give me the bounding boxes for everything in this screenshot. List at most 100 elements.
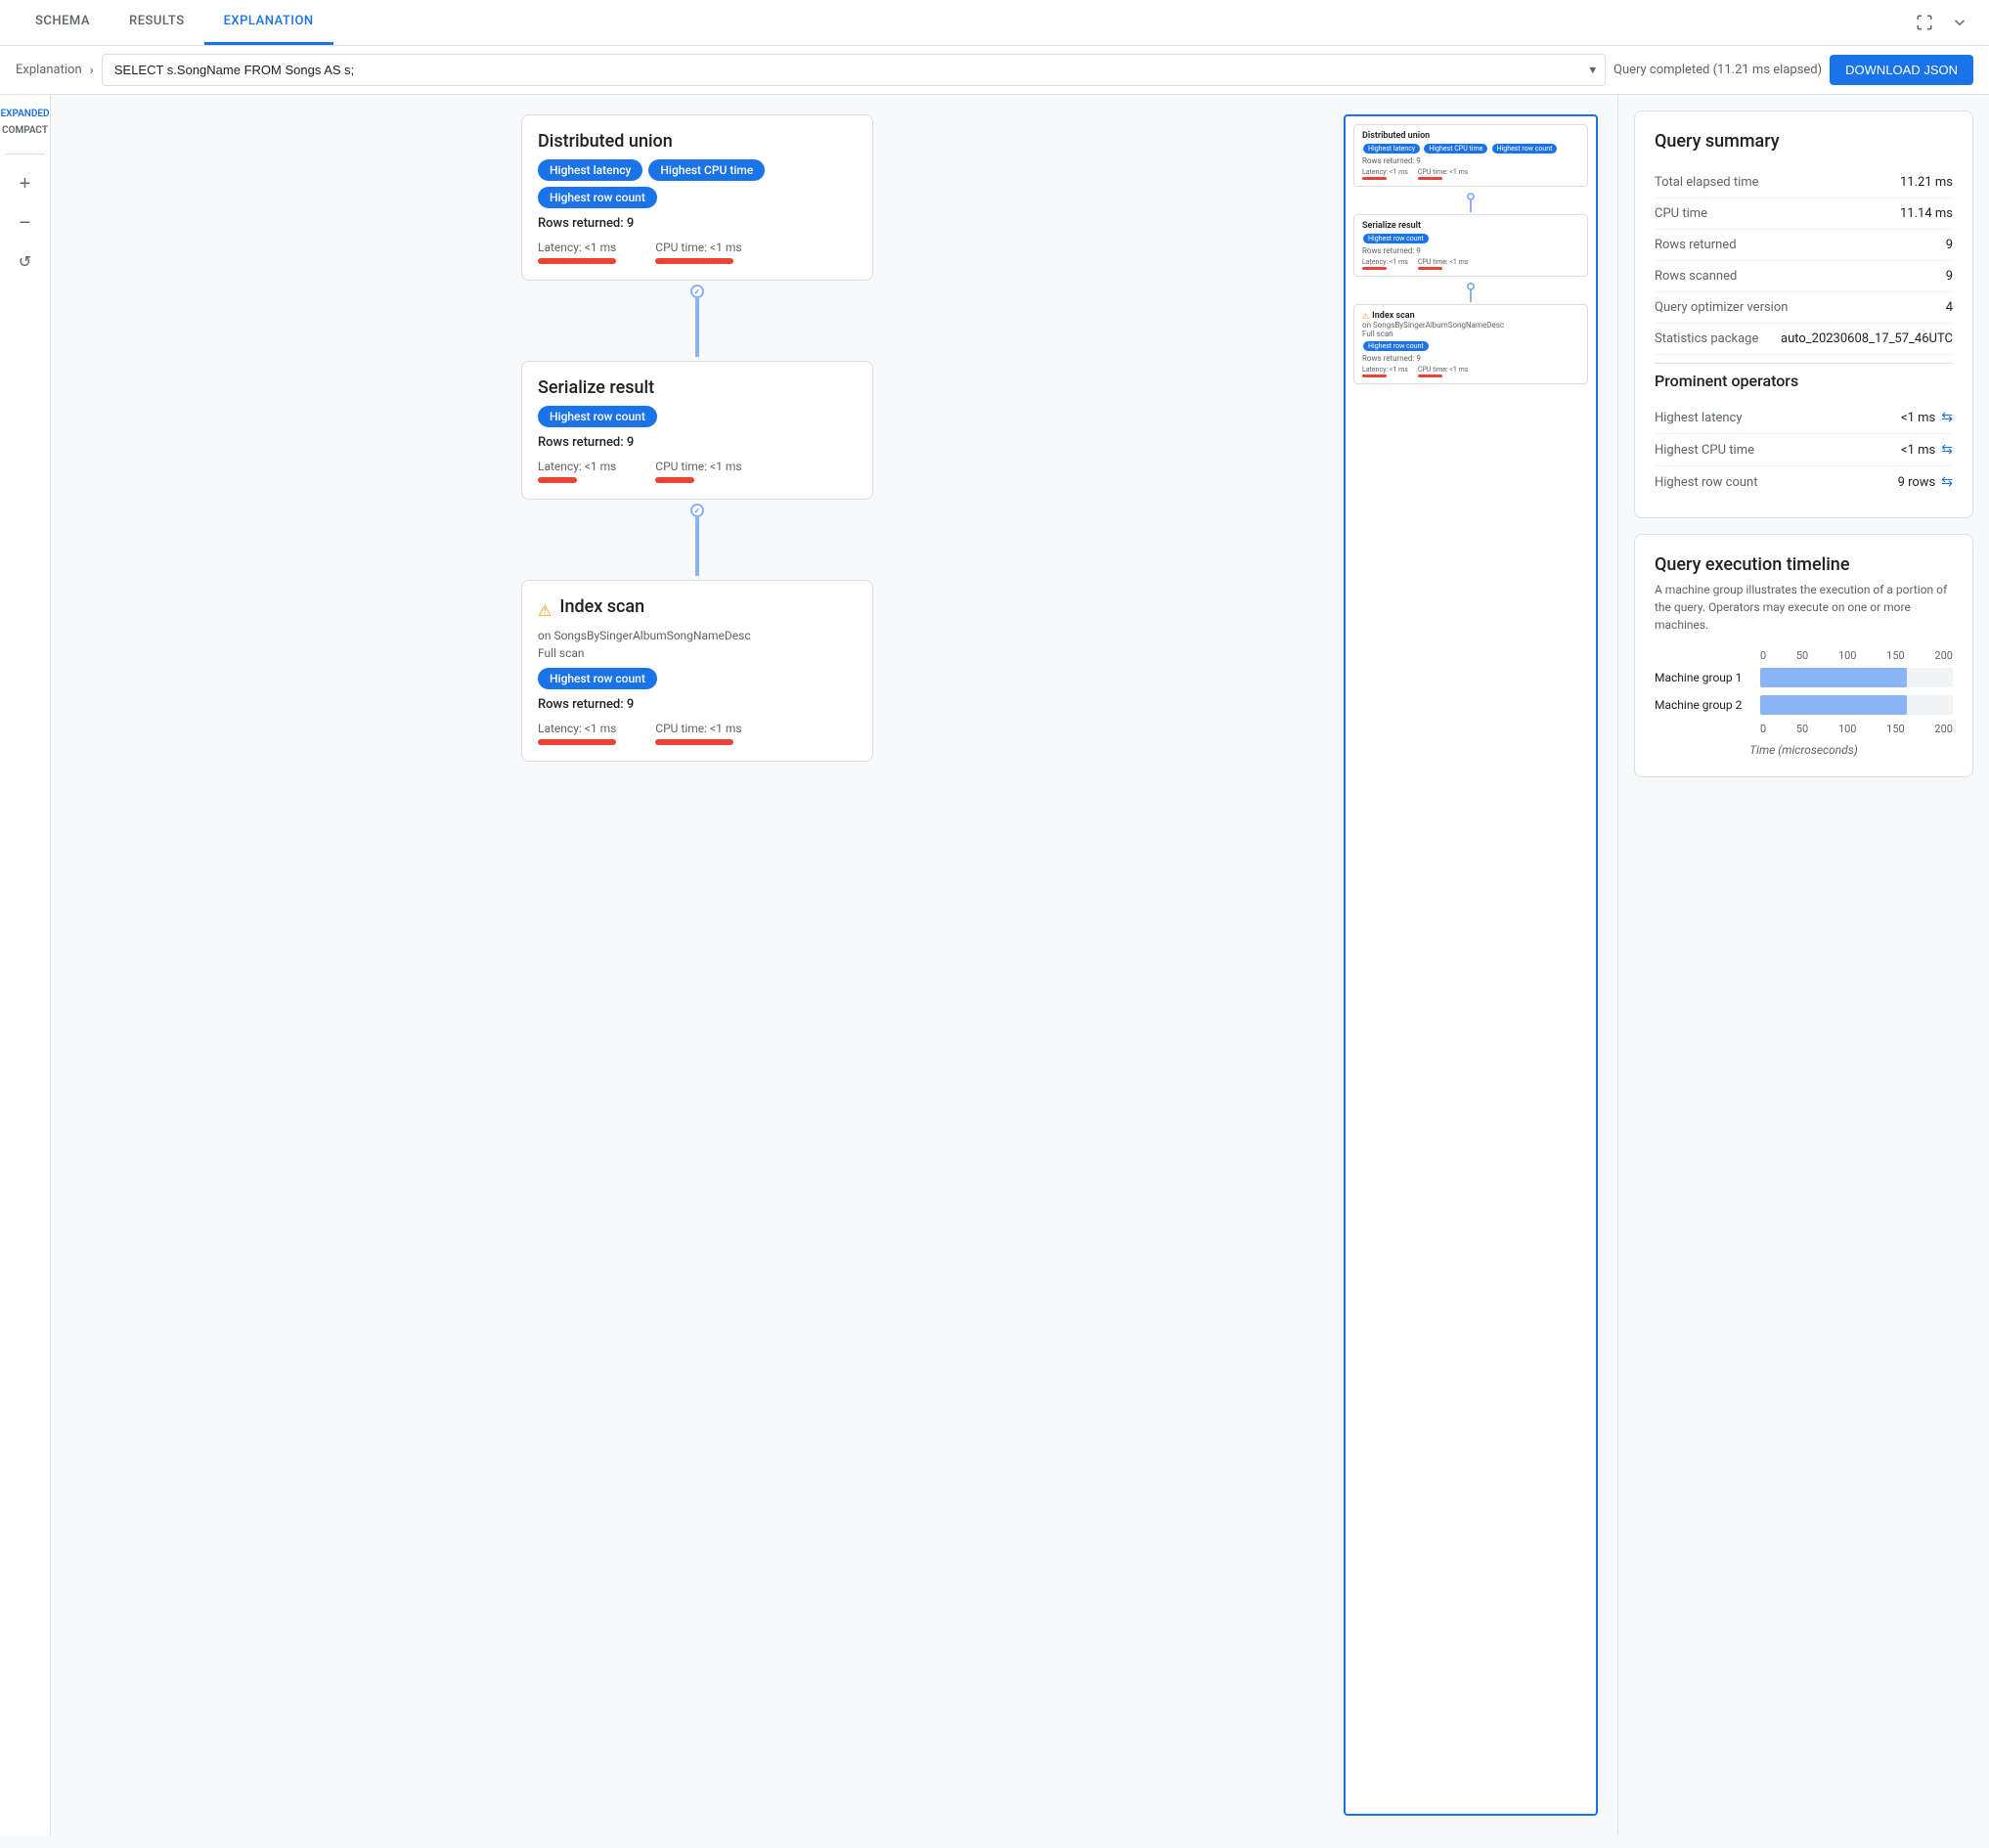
- cpu-bar-0: [655, 258, 733, 264]
- query-summary-title: Query summary: [1655, 131, 1953, 152]
- metric-cpu-2: CPU time: <1 ms: [655, 722, 741, 745]
- link-icon-1[interactable]: ⇆: [1941, 442, 1953, 458]
- query-bar: Explanation › SELECT s.SongName FROM Son…: [0, 46, 1989, 95]
- summary-val-4: 4: [1946, 300, 1953, 315]
- timeline-desc: A machine group illustrates the executio…: [1655, 581, 1953, 634]
- mini-subtitle-2b: Full scan: [1362, 330, 1579, 338]
- cpu-label-2: CPU time: <1 ms: [655, 722, 741, 735]
- index-scan-title: Index scan: [559, 596, 644, 617]
- mini-node-2: ⚠ Index scan on SongsBySingerAlbumSongNa…: [1353, 304, 1588, 384]
- mini-node-title-1: Serialize result: [1362, 221, 1579, 231]
- axis-top-0: 0: [1760, 649, 1766, 662]
- link-icon-2[interactable]: ⇆: [1941, 474, 1953, 490]
- prominent-val-2: 9 rows ⇆: [1898, 474, 1953, 490]
- warning-icon: ⚠: [538, 601, 552, 620]
- chart-x-label: Time (microseconds): [1655, 743, 1953, 757]
- chart-label-1: Machine group 2: [1655, 698, 1752, 712]
- distributed-union-rows: Rows returned: 9: [538, 216, 857, 231]
- reset-button[interactable]: ↺: [8, 244, 43, 280]
- cpu-label-1: CPU time: <1 ms: [655, 460, 741, 473]
- connector-2: ✓: [690, 504, 704, 576]
- node-distributed-union[interactable]: Distributed union Highest latency Highes…: [521, 114, 873, 281]
- mini-dot-2: [1467, 283, 1475, 290]
- mini-badge-1-0: Highest row count: [1363, 234, 1429, 243]
- summary-row-0: Total elapsed time 11.21 ms: [1655, 167, 1953, 198]
- download-json-button[interactable]: DOWNLOAD JSON: [1830, 55, 1973, 85]
- mini-row-0: Rows returned: 9: [1362, 156, 1579, 165]
- metric-cpu-1: CPU time: <1 ms: [655, 460, 741, 483]
- zoom-in-button[interactable]: +: [8, 166, 43, 201]
- diagram-area: Distributed union Highest latency Highes…: [51, 95, 1617, 1835]
- node-index-scan[interactable]: ⚠ Index scan on SongsBySingerAlbumSongNa…: [521, 580, 873, 762]
- badge-highest-cpu-0: Highest CPU time: [648, 159, 765, 181]
- timeline-card: Query execution timeline A machine group…: [1634, 534, 1973, 777]
- badge-highest-latency-0: Highest latency: [538, 159, 642, 181]
- chart-bar-fill-1: [1760, 695, 1907, 715]
- chart-bar-bg-0: [1760, 668, 1953, 687]
- prominent-operators-section: Prominent operators Highest latency <1 m…: [1655, 372, 1953, 498]
- expanded-view-btn[interactable]: EXPANDED: [0, 107, 54, 121]
- compact-view-btn[interactable]: COMPACT: [0, 123, 52, 138]
- mini-node-title-0: Distributed union: [1362, 131, 1579, 141]
- badge-highest-row-1: Highest row count: [538, 406, 657, 427]
- index-scan-rows: Rows returned: 9: [538, 697, 857, 712]
- axis-top-4: 200: [1934, 649, 1953, 662]
- prominent-row-0: Highest latency <1 ms ⇆: [1655, 402, 1953, 434]
- connector-line-2: [695, 517, 699, 576]
- axis-bottom-0: 0: [1760, 723, 1766, 735]
- mini-row-2: Rows returned: 9: [1362, 354, 1579, 363]
- link-icon-0[interactable]: ⇆: [1941, 410, 1953, 425]
- latency-bar-2: [538, 739, 616, 745]
- view-toggle: EXPANDED COMPACT: [0, 103, 54, 142]
- metric-latency-0: Latency: <1 ms: [538, 241, 616, 264]
- tab-results[interactable]: RESULTS: [110, 0, 204, 45]
- fullscreen-icon[interactable]: [1911, 9, 1938, 36]
- tab-schema[interactable]: SCHEMA: [16, 0, 110, 45]
- mini-latency-bar-1: [1362, 267, 1387, 270]
- tab-explanation[interactable]: EXPLANATION: [204, 0, 333, 45]
- node-serialize-result[interactable]: Serialize result Highest row count Rows …: [521, 361, 873, 500]
- summary-val-2: 9: [1946, 238, 1953, 252]
- cpu-label-0: CPU time: <1 ms: [655, 241, 741, 254]
- prominent-val-text-0: <1 ms: [1901, 411, 1935, 425]
- mini-latency-bar-0: [1362, 177, 1387, 180]
- summary-row-3: Rows scanned 9: [1655, 261, 1953, 292]
- summary-key-2: Rows returned: [1655, 238, 1737, 252]
- index-scan-metrics: Latency: <1 ms CPU time: <1 ms: [538, 722, 857, 745]
- summary-key-1: CPU time: [1655, 206, 1707, 221]
- summary-val-0: 11.21 ms: [1900, 175, 1953, 190]
- mini-latency-label-0: Latency: <1 ms: [1362, 168, 1408, 176]
- distributed-union-title: Distributed union: [538, 131, 857, 152]
- tabs-bar: SCHEMA RESULTS EXPLANATION: [0, 0, 1989, 46]
- distributed-union-metrics: Latency: <1 ms CPU time: <1 ms: [538, 241, 857, 264]
- distributed-union-badges: Highest latency Highest CPU time Highest…: [538, 159, 857, 208]
- axis-bottom-1: 50: [1796, 723, 1808, 735]
- zoom-out-button[interactable]: −: [8, 205, 43, 241]
- tab-icons: [1911, 9, 1973, 36]
- mini-metrics-1: Latency: <1 ms CPU time: <1 ms: [1362, 258, 1579, 270]
- mini-cpu-label-2: CPU time: <1 ms: [1418, 366, 1469, 374]
- flow-diagram: Distributed union Highest latency Highes…: [70, 114, 1324, 1816]
- prominent-key-2: Highest row count: [1655, 475, 1757, 490]
- summary-key-5: Statistics package: [1655, 331, 1758, 346]
- query-select[interactable]: SELECT s.SongName FROM Songs AS s;: [102, 54, 1606, 86]
- chevron-down-icon[interactable]: [1946, 9, 1973, 36]
- mini-node-1: Serialize result Highest row count Rows …: [1353, 214, 1588, 277]
- right-panel: Query summary Total elapsed time 11.21 m…: [1617, 95, 1989, 1835]
- chart-area: 0 50 100 150 200 Machine group 1 Machine: [1655, 649, 1953, 757]
- chart-row-0: Machine group 1: [1655, 668, 1953, 687]
- summary-key-4: Query optimizer version: [1655, 300, 1788, 315]
- summary-row-4: Query optimizer version 4: [1655, 292, 1953, 324]
- mini-line-1: [1470, 200, 1472, 212]
- axis-top-2: 100: [1838, 649, 1857, 662]
- serialize-result-rows: Rows returned: 9: [538, 435, 857, 450]
- mini-latency-bar-2: [1362, 374, 1387, 377]
- prominent-val-0: <1 ms ⇆: [1901, 410, 1953, 425]
- chart-row-1: Machine group 2: [1655, 695, 1953, 715]
- prominent-val-text-2: 9 rows: [1898, 475, 1936, 490]
- chart-bar-fill-0: [1760, 668, 1907, 687]
- summary-key-3: Rows scanned: [1655, 269, 1737, 284]
- cpu-bar-2: [655, 739, 733, 745]
- mini-badge-0-0: Highest latency: [1363, 144, 1420, 154]
- latency-bar-0: [538, 258, 616, 264]
